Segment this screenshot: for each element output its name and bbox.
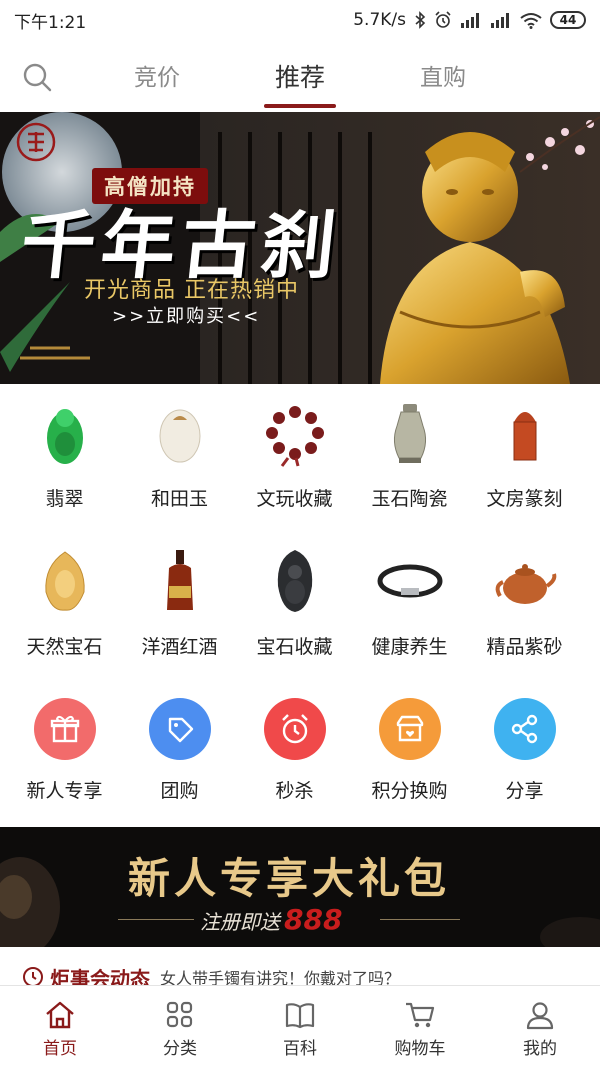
battery-icon: 44	[550, 11, 586, 29]
tag-icon	[148, 698, 211, 760]
category-label: 玉石陶瓷	[371, 488, 448, 510]
ceramic-vase-icon	[393, 404, 426, 463]
category-label: 翡翠	[45, 488, 84, 510]
status-icons: 5.7K/s 44	[353, 10, 586, 30]
bottom-nav: 首页 分类 百科 购物车 我的	[0, 985, 600, 1067]
category-label: 文房篆刻	[486, 488, 563, 510]
category-collectibles[interactable]: 文玩收藏	[237, 386, 352, 534]
nav-encyclopedia[interactable]: 百科	[240, 986, 360, 1067]
wristband-icon	[377, 564, 442, 598]
cart-icon	[406, 1002, 435, 1028]
category-label: 天然宝石	[26, 636, 103, 658]
promo-amount: 888	[284, 903, 343, 936]
wifi-icon	[520, 12, 542, 29]
feature-flash-sale[interactable]: 秒杀	[237, 682, 352, 830]
category-ceramics[interactable]: 玉石陶瓷	[352, 386, 467, 534]
signal-icon-2	[491, 13, 509, 28]
tab-direct-buy[interactable]: 直购	[372, 50, 515, 102]
feature-label: 积分换购	[371, 780, 448, 802]
tab-auction[interactable]: 竞价	[86, 50, 229, 102]
feature-newcomer[interactable]: 新人专享	[7, 682, 122, 830]
category-hetian-jade[interactable]: 和田玉	[122, 386, 237, 534]
promo-title: 新人专享大礼包	[128, 854, 451, 903]
tab-recommend[interactable]: 推荐	[229, 50, 372, 102]
bluetooth-icon	[415, 11, 426, 29]
status-bar: 下午1:21 5.7K/s 44	[0, 0, 600, 40]
nav-label: 首页	[43, 1039, 77, 1059]
category-label: 精品紫砂	[486, 636, 563, 658]
category-health[interactable]: 健康养生	[352, 534, 467, 682]
amber-gem-icon	[44, 551, 85, 611]
promo-subtitle: 注册即送 888	[200, 903, 342, 936]
feature-row: 新人专享 团购 秒杀 积分换购 分享	[0, 682, 600, 830]
alarm-icon	[435, 11, 451, 28]
obsidian-pendant-icon	[277, 550, 312, 612]
nav-profile[interactable]: 我的	[480, 986, 600, 1067]
feature-label: 秒杀	[275, 780, 314, 802]
top-nav: 竞价 推荐 直购	[0, 40, 600, 112]
nav-label: 分类	[163, 1039, 197, 1059]
hero-banner[interactable]: 高僧加持 千年古刹 开光商品 正在热销中 >>立即购买<<	[0, 112, 600, 384]
home-icon	[46, 1001, 74, 1029]
grid-icon	[166, 1001, 193, 1028]
category-gem-collection[interactable]: 宝石收藏	[237, 534, 352, 682]
gift-icon	[33, 698, 96, 760]
seal-stamp-icon	[513, 412, 536, 461]
feature-label: 分享	[505, 780, 544, 802]
category-row: 翡翠 和田玉 文玩收藏 玉石陶瓷 文房篆刻	[0, 386, 600, 534]
store-icon	[378, 698, 441, 760]
category-seal-carving[interactable]: 文房篆刻	[467, 386, 582, 534]
nav-category[interactable]: 分类	[120, 986, 240, 1067]
category-label: 文玩收藏	[256, 488, 333, 510]
category-zisha[interactable]: 精品紫砂	[467, 534, 582, 682]
nav-label: 购物车	[394, 1039, 446, 1059]
feature-label: 团购	[160, 780, 199, 802]
category-wine[interactable]: 洋酒红酒	[122, 534, 237, 682]
logo-seal-icon	[16, 122, 56, 162]
promo-subtitle-text: 注册即送	[200, 910, 280, 934]
feature-label: 新人专享	[26, 780, 103, 802]
share-icon	[493, 698, 556, 760]
feature-group-buy[interactable]: 团购	[122, 682, 237, 830]
teapot-icon	[495, 564, 556, 604]
promo-divider-left	[118, 919, 194, 920]
promo-divider-right	[380, 919, 460, 920]
category-natural-gems[interactable]: 天然宝石	[7, 534, 122, 682]
category-label: 洋酒红酒	[141, 636, 218, 658]
jade-guanyin-icon	[46, 409, 83, 464]
network-speed: 5.7K/s	[353, 10, 406, 30]
newcomer-gift-banner[interactable]: 新人专享大礼包 注册即送 888	[0, 827, 600, 947]
alarm-clock-icon	[263, 698, 326, 760]
search-icon[interactable]	[22, 62, 52, 92]
signal-icon	[461, 13, 479, 28]
book-icon	[285, 1003, 315, 1029]
category-label: 宝石收藏	[256, 636, 333, 658]
nav-home[interactable]: 首页	[0, 986, 120, 1067]
category-row: 天然宝石 洋酒红酒 宝石收藏 健康养生 精品紫砂	[0, 534, 600, 682]
category-label: 健康养生	[371, 636, 448, 658]
category-jadeite[interactable]: 翡翠	[7, 386, 122, 534]
user-icon	[526, 1002, 554, 1030]
liquor-bottle-icon	[166, 550, 193, 610]
banner-subtitle: 开光商品 正在热销中	[84, 278, 299, 303]
feature-points-exchange[interactable]: 积分换购	[352, 682, 467, 830]
status-time: 下午1:21	[14, 12, 87, 33]
tab-bar: 竞价 推荐 直购	[0, 50, 600, 102]
banner-cta[interactable]: >>立即购买<<	[112, 302, 260, 328]
nav-label: 我的	[523, 1039, 557, 1059]
nav-label: 百科	[283, 1039, 317, 1059]
category-grid: 翡翠 和田玉 文玩收藏 玉石陶瓷 文房篆刻 天然宝石 洋酒红酒 宝石收藏 健康养…	[0, 386, 600, 830]
nav-cart[interactable]: 购物车	[360, 986, 480, 1067]
bead-bracelet-icon	[265, 406, 324, 467]
white-jade-icon	[159, 409, 200, 463]
feature-share[interactable]: 分享	[467, 682, 582, 830]
category-label: 和田玉	[150, 488, 208, 510]
